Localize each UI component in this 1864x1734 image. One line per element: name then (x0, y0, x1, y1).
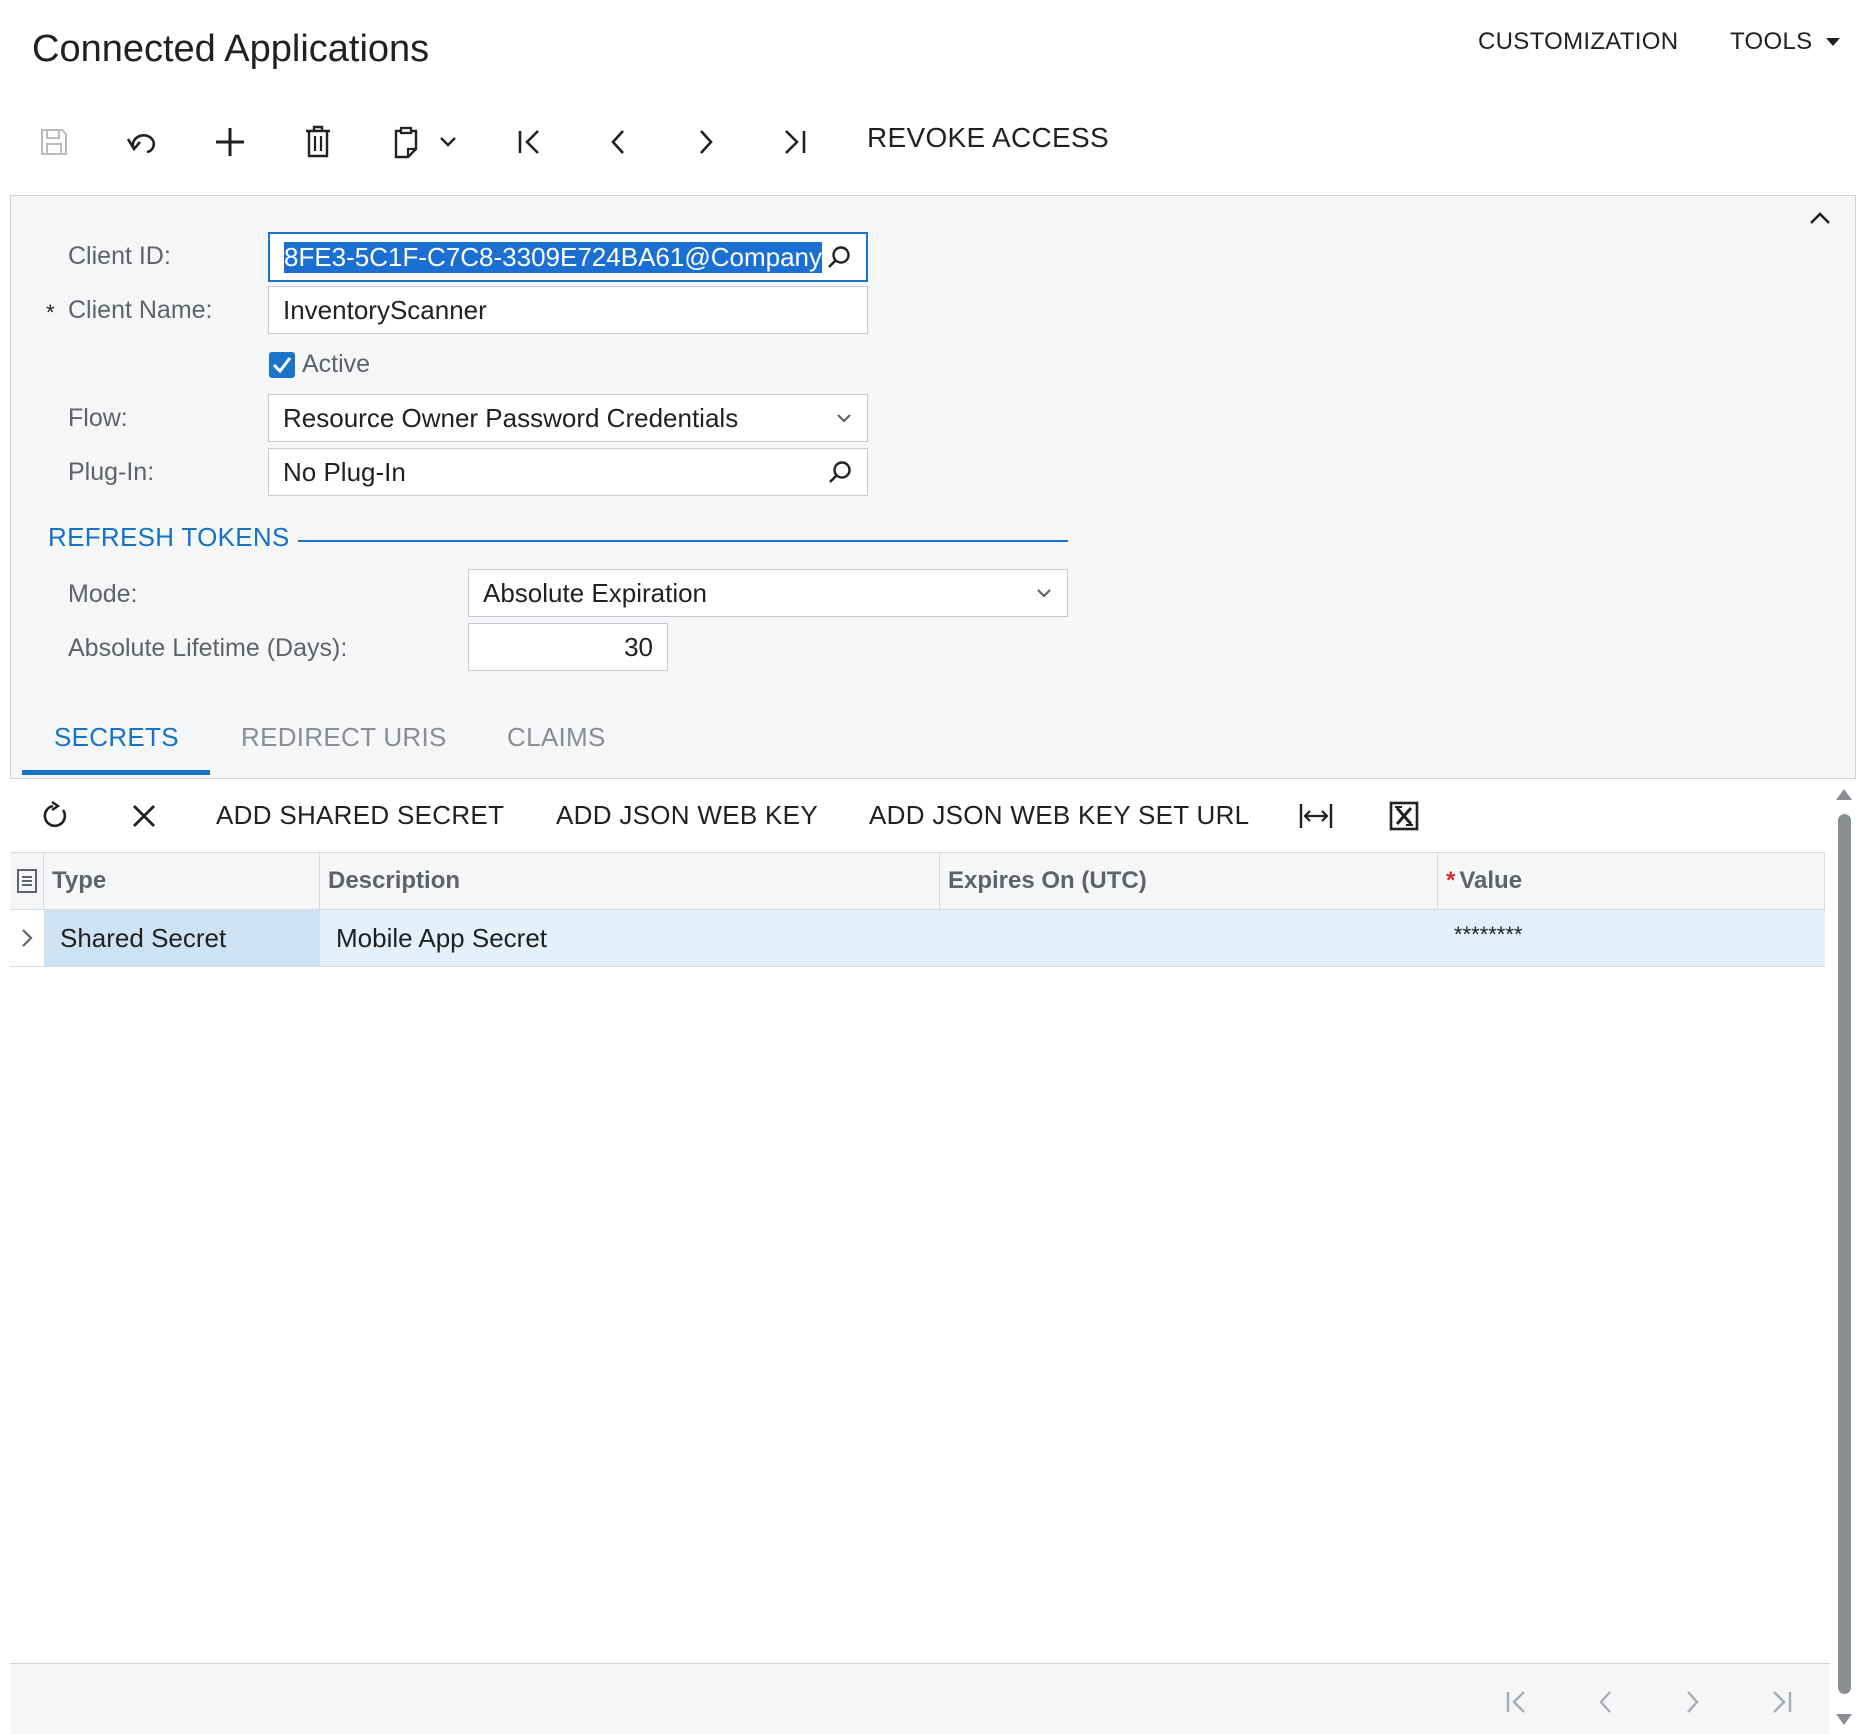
pager-first-icon[interactable] (1495, 1680, 1539, 1724)
flow-select[interactable]: Resource Owner Password Credentials (268, 394, 868, 442)
tools-menu-label: TOOLS (1730, 28, 1813, 55)
refresh-icon[interactable] (30, 790, 82, 842)
previous-record-icon[interactable] (594, 118, 642, 166)
next-record-icon[interactable] (682, 118, 730, 166)
add-json-web-key-button[interactable]: ADD JSON WEB KEY (556, 800, 818, 831)
add-icon[interactable] (206, 118, 254, 166)
active-label: Active (302, 350, 371, 378)
last-record-icon[interactable] (770, 118, 818, 166)
flow-label: Flow: (68, 404, 128, 432)
required-asterisk: * (46, 300, 55, 325)
lifetime-value: 30 (624, 631, 653, 662)
revoke-access-button[interactable]: REVOKE ACCESS (867, 122, 1109, 154)
plugin-field[interactable]: No Plug-In (268, 448, 868, 496)
required-asterisk: * (1446, 867, 1456, 894)
column-config-icon[interactable] (16, 869, 37, 893)
flow-value: Resource Owner Password Credentials (283, 402, 739, 433)
add-shared-secret-button[interactable]: ADD SHARED SECRET (216, 800, 504, 831)
pager-previous-icon[interactable] (1583, 1680, 1627, 1724)
search-icon[interactable] (826, 244, 852, 270)
grid-footer (10, 1663, 1830, 1734)
client-id-label: Client ID: (68, 242, 171, 270)
client-name-input[interactable]: InventoryScanner (268, 286, 868, 334)
client-id-value: 8FE3-5C1F-C7C8-3309E724BA61@Company (284, 241, 823, 273)
pager-last-icon[interactable] (1759, 1680, 1803, 1724)
save-icon[interactable] (30, 118, 78, 166)
client-name-value: InventoryScanner (283, 294, 487, 325)
mode-value: Absolute Expiration (483, 577, 708, 608)
page-title: Connected Applications (32, 28, 430, 70)
table-cell-type[interactable]: Shared Secret (44, 910, 320, 967)
column-header-expires-on[interactable]: Expires On (UTC) (940, 852, 1438, 910)
client-id-field[interactable]: 8FE3-5C1F-C7C8-3309E724BA61@Company (268, 232, 868, 282)
table-cell-description[interactable]: Mobile App Secret (320, 910, 940, 967)
active-checkbox[interactable]: Active (268, 350, 370, 379)
chevron-down-icon[interactable] (430, 118, 466, 166)
mode-select[interactable]: Absolute Expiration (468, 569, 1068, 617)
customization-menu[interactable]: CUSTOMIZATION (1478, 28, 1678, 56)
search-icon[interactable] (827, 459, 853, 485)
close-icon[interactable] (118, 790, 170, 842)
tab-secrets[interactable]: SECRETS (54, 722, 179, 753)
column-header-type[interactable]: Type (44, 852, 320, 910)
table-cell-value[interactable]: ******** (1438, 910, 1825, 967)
active-tab-indicator (22, 770, 210, 775)
chevron-down-icon (835, 412, 853, 424)
vertical-scrollbar[interactable] (1832, 784, 1856, 1734)
plugin-value: No Plug-In (283, 456, 406, 487)
refresh-tokens-section-title: REFRESH TOKENS (48, 522, 290, 552)
first-record-icon[interactable] (506, 118, 554, 166)
copy-paste-icon[interactable] (382, 118, 430, 166)
lifetime-label: Absolute Lifetime (Days): (68, 634, 348, 662)
row-expand-icon[interactable] (10, 910, 44, 967)
fit-columns-icon[interactable] (1290, 790, 1342, 842)
client-name-label: Client Name: (68, 296, 213, 324)
mode-label: Mode: (68, 580, 138, 608)
column-header-description[interactable]: Description (320, 852, 940, 910)
plugin-label: Plug-In: (68, 458, 155, 486)
checkbox-checked-icon (268, 351, 296, 379)
row-selector-header[interactable] (10, 852, 44, 910)
tab-redirect-uris[interactable]: REDIRECT URIS (241, 722, 447, 753)
chevron-down-icon (1035, 587, 1053, 599)
add-json-web-key-set-url-button[interactable]: ADD JSON WEB KEY SET URL (869, 800, 1249, 831)
table-cell-expires-on[interactable] (940, 910, 1438, 967)
section-divider (298, 540, 1068, 542)
undo-icon[interactable] (118, 118, 166, 166)
delete-icon[interactable] (294, 118, 342, 166)
column-header-value[interactable]: * Value (1438, 852, 1825, 910)
lifetime-input[interactable]: 30 (468, 623, 668, 671)
caret-down-icon (1826, 37, 1841, 47)
pager-next-icon[interactable] (1671, 1680, 1715, 1724)
tab-claims[interactable]: CLAIMS (507, 722, 606, 753)
export-excel-icon[interactable] (1378, 790, 1430, 842)
tools-menu[interactable]: TOOLS (1730, 28, 1841, 56)
column-header-value-label: Value (1459, 867, 1523, 894)
collapse-panel-icon[interactable] (1808, 210, 1832, 226)
